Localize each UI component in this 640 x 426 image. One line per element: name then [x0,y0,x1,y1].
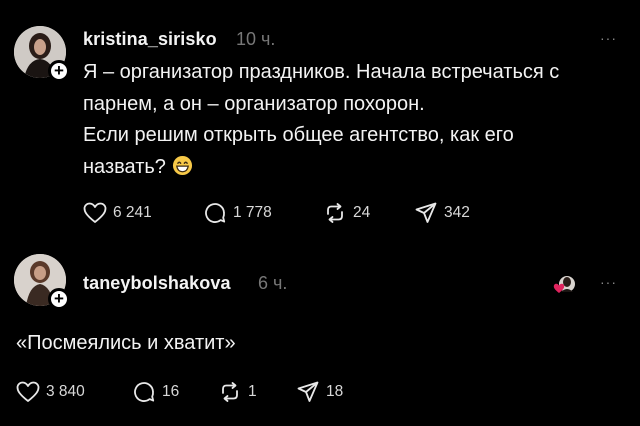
share-count: 342 [444,204,470,221]
repost-button[interactable]: 1 [218,380,296,404]
repost-count: 1 [248,383,257,400]
heart-icon [83,202,107,223]
share-count: 18 [326,383,344,400]
like-count: 6 241 [113,204,152,221]
author-liked-avatar [553,273,577,297]
repost-button[interactable]: 24 [323,201,414,225]
follow-plus-icon[interactable]: + [48,60,70,82]
post-timestamp: 10 ч. [236,29,276,49]
share-button[interactable]: 342 [414,201,470,225]
repost-icon [327,203,343,223]
comment-button[interactable]: 1 778 [203,201,323,225]
post-text-line-last: назвать? [83,152,559,187]
follow-plus-icon[interactable]: + [48,288,70,310]
post-actions: 6 241 1 778 24 342 [83,201,470,225]
comment-icon [134,382,155,402]
reply-text: «Посмеялись и хватит» [16,332,236,354]
comment-count: 1 778 [233,204,272,221]
post-username[interactable]: kristina_sirisko [83,29,217,50]
share-icon [415,202,437,223]
like-button[interactable]: 6 241 [83,202,203,224]
comment-button[interactable]: 16 [132,380,218,404]
share-button[interactable]: 18 [296,380,343,404]
post-text-line: Я – организатор праздников. Начала встре… [83,61,560,83]
post-text-line: парнем, а он – организатор похорон. [83,92,425,115]
share-icon [297,381,319,402]
repost-count: 24 [353,204,371,221]
grinning-face-emoji-icon [172,155,193,187]
comment-count: 16 [162,383,180,400]
reply-timestamp: 6 ч. [258,273,288,293]
reply-more-icon[interactable]: ··· [600,274,617,290]
like-button[interactable]: 3 840 [16,381,132,403]
heart-icon [16,381,40,402]
post-text: Я – организатор праздников. Начала встре… [83,57,559,186]
like-count: 3 840 [46,383,85,400]
post-more-icon[interactable]: ··· [600,30,617,46]
repost-icon [222,382,238,402]
reply-actions: 3 840 16 1 18 [16,380,343,404]
comment-icon [205,203,226,223]
post-text-line: Если решим открыть общее агентство, как … [83,124,514,146]
reply-username[interactable]: taneybolshakova [83,273,231,294]
